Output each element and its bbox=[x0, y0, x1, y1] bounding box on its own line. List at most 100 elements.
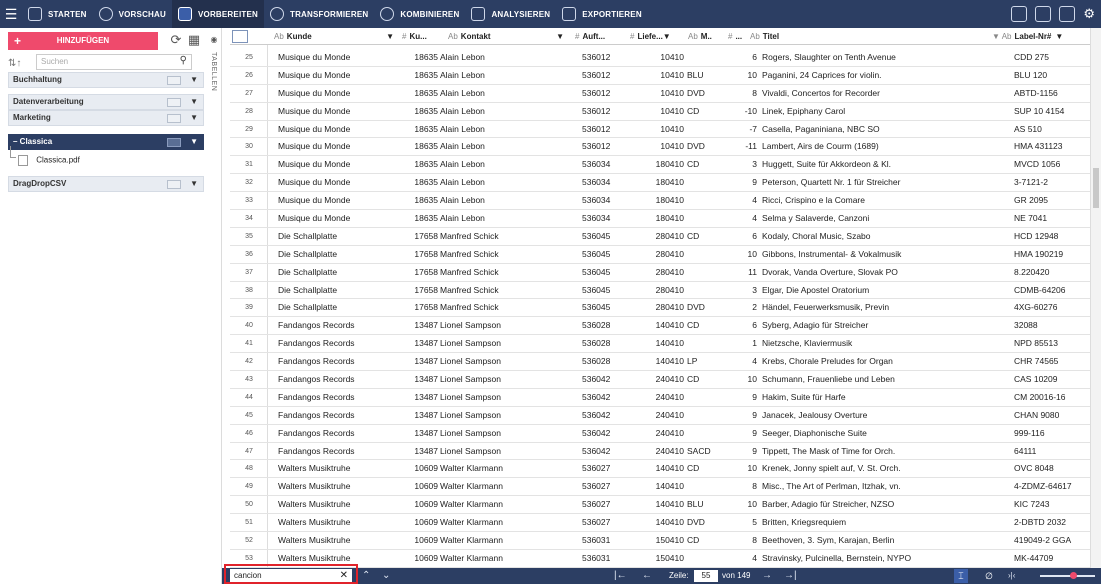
cell-titel[interactable]: Dvorak, Vanda Overture, Slovak PO bbox=[762, 264, 992, 282]
cell-titel[interactable]: Misc., The Art of Perlman, Itzhak, vn. bbox=[762, 478, 992, 496]
cell-titel[interactable]: Britten, Kriegsrequiem bbox=[762, 514, 992, 532]
row-number[interactable]: 30 bbox=[230, 138, 268, 156]
cell-menge[interactable]: 4 bbox=[727, 210, 757, 228]
cell-titel[interactable]: Ricci, Crispino e la Comare bbox=[762, 192, 992, 210]
cell-menge[interactable]: 1 bbox=[727, 335, 757, 353]
cell-kundennr[interactable]: 18635 bbox=[398, 103, 438, 121]
zoom-reset-icon[interactable]: ›|‹ bbox=[1008, 568, 1015, 584]
cell-medium[interactable] bbox=[687, 121, 727, 139]
first-row-icon[interactable]: |← bbox=[614, 568, 627, 584]
table-row[interactable]: 28 Musique du Monde 18635 Alain Lebon 536012… bbox=[230, 103, 1090, 121]
cell-auftrag[interactable]: 536045 bbox=[582, 282, 632, 300]
cell-titel[interactable]: Lambert, Airs de Courm (1689) bbox=[762, 138, 992, 156]
cell-lieferung[interactable]: 140410 bbox=[634, 478, 684, 496]
previous-row-icon[interactable]: ← bbox=[642, 568, 652, 584]
cell-lieferung[interactable]: 10410 bbox=[634, 103, 684, 121]
cell-kontakt[interactable]: Alain Lebon bbox=[440, 49, 560, 67]
cell-auftrag[interactable]: 536031 bbox=[582, 532, 632, 550]
cell-lieferung[interactable]: 150410 bbox=[634, 550, 684, 568]
row-number[interactable]: 36 bbox=[230, 246, 268, 264]
row-height-icon[interactable]: ⌶ bbox=[954, 569, 968, 583]
cell-lieferung[interactable]: 240410 bbox=[634, 371, 684, 389]
cell-menge[interactable]: 2 bbox=[727, 299, 757, 317]
cell-medium[interactable]: CD bbox=[687, 228, 727, 246]
cell-kundennr[interactable]: 10609 bbox=[398, 532, 438, 550]
cell-kontakt[interactable]: Alain Lebon bbox=[440, 103, 560, 121]
cell-auftrag[interactable]: 536045 bbox=[582, 246, 632, 264]
cell-kunde[interactable]: Walters Musiktruhe bbox=[278, 460, 398, 478]
row-number[interactable]: 34 bbox=[230, 210, 268, 228]
cell-label-nr[interactable]: SUP 10 4154 bbox=[1014, 103, 1090, 121]
row-number[interactable]: 33 bbox=[230, 192, 268, 210]
cell-medium[interactable]: CD bbox=[687, 156, 727, 174]
group-dragdropcsv[interactable]: DragDropCSV ▼ bbox=[8, 176, 204, 192]
cell-lieferung[interactable]: 10410 bbox=[634, 138, 684, 156]
cell-medium[interactable] bbox=[687, 425, 727, 443]
cell-titel[interactable]: Syberg, Adagio für Streicher bbox=[762, 317, 992, 335]
menu-item-analysieren[interactable]: ANALYSIEREN bbox=[465, 0, 556, 28]
cell-kunde[interactable]: Musique du Monde bbox=[278, 103, 398, 121]
cell-titel[interactable]: Barber, Adagio für Streicher, NZSO bbox=[762, 496, 992, 514]
cell-label-nr[interactable]: BLU 120 bbox=[1014, 67, 1090, 85]
cell-kundennr[interactable]: 17658 bbox=[398, 228, 438, 246]
cell-medium[interactable] bbox=[687, 264, 727, 282]
cell-menge[interactable]: 10 bbox=[727, 371, 757, 389]
cell-kontakt[interactable]: Alain Lebon bbox=[440, 85, 560, 103]
cell-menge[interactable]: 8 bbox=[727, 478, 757, 496]
cell-auftrag[interactable]: 536042 bbox=[582, 407, 632, 425]
cell-kundennr[interactable]: 13487 bbox=[398, 425, 438, 443]
cell-kunde[interactable]: Fandangos Records bbox=[278, 443, 398, 461]
cell-kunde[interactable]: Die Schallplatte bbox=[278, 264, 398, 282]
cell-titel[interactable]: Krebs, Chorale Preludes for Organ bbox=[762, 353, 992, 371]
cell-menge[interactable]: 3 bbox=[727, 282, 757, 300]
cell-label-nr[interactable]: ABTD-1156 bbox=[1014, 85, 1090, 103]
cell-kontakt[interactable]: Lionel Sampson bbox=[440, 371, 560, 389]
cell-kontakt[interactable]: Alain Lebon bbox=[440, 138, 560, 156]
cell-kunde[interactable]: Musique du Monde bbox=[278, 210, 398, 228]
save-icon[interactable] bbox=[1035, 6, 1052, 22]
group-marketing[interactable]: Marketing ▼ bbox=[8, 110, 204, 126]
cell-kontakt[interactable]: Lionel Sampson bbox=[440, 335, 560, 353]
header-titel[interactable]: Ab Titel bbox=[750, 28, 850, 45]
cell-kontakt[interactable]: Alain Lebon bbox=[440, 174, 560, 192]
cell-kundennr[interactable]: 13487 bbox=[398, 353, 438, 371]
cell-medium[interactable]: SACD bbox=[687, 443, 727, 461]
cell-auftrag[interactable]: 536042 bbox=[582, 371, 632, 389]
cell-lieferung[interactable]: 10410 bbox=[634, 85, 684, 103]
cell-label-nr[interactable]: MVCD 1056 bbox=[1014, 156, 1090, 174]
table-row[interactable]: 27 Musique du Monde 18635 Alain Lebon 536012… bbox=[230, 85, 1090, 103]
cell-auftrag[interactable]: 536012 bbox=[582, 103, 632, 121]
cell-medium[interactable]: BLU bbox=[687, 67, 727, 85]
row-number[interactable]: 41 bbox=[230, 335, 268, 353]
cell-lieferung[interactable]: 240410 bbox=[634, 443, 684, 461]
table-row[interactable]: 48 Walters Musiktruhe 10609 Walter Klarmann… bbox=[230, 460, 1090, 479]
cell-kunde[interactable]: Fandangos Records bbox=[278, 425, 398, 443]
cell-label-nr[interactable]: GR 2095 bbox=[1014, 192, 1090, 210]
cell-lieferung[interactable]: 280410 bbox=[634, 299, 684, 317]
cell-label-nr[interactable]: 999-116 bbox=[1014, 425, 1090, 443]
hamburger-menu-icon[interactable]: ☰ bbox=[0, 6, 22, 23]
cell-medium[interactable] bbox=[687, 550, 727, 568]
cell-auftrag[interactable]: 536045 bbox=[582, 299, 632, 317]
table-row[interactable]: 47 Fandangos Records 13487 Lionel Sampson 53… bbox=[230, 443, 1090, 461]
cell-menge[interactable]: 8 bbox=[727, 532, 757, 550]
group-datenverarbeitung[interactable]: Datenverarbeitung ▼ bbox=[8, 94, 204, 110]
cell-kunde[interactable]: Musique du Monde bbox=[278, 138, 398, 156]
group-buchhaltung[interactable]: Buchhaltung ▼ bbox=[8, 72, 204, 88]
cell-medium[interactable] bbox=[687, 49, 727, 67]
cell-menge[interactable]: 9 bbox=[727, 425, 757, 443]
cell-medium[interactable]: DVD bbox=[687, 138, 727, 156]
cell-kundennr[interactable]: 13487 bbox=[398, 335, 438, 353]
cell-kontakt[interactable]: Walter Klarmann bbox=[440, 496, 560, 514]
cell-auftrag[interactable]: 536028 bbox=[582, 317, 632, 335]
table-row[interactable]: 49 Walters Musiktruhe 10609 Walter Klarmann… bbox=[230, 478, 1090, 497]
cell-kunde[interactable]: Walters Musiktruhe bbox=[278, 532, 398, 550]
row-number[interactable]: 48 bbox=[230, 460, 268, 478]
cell-kundennr[interactable]: 18635 bbox=[398, 210, 438, 228]
cell-medium[interactable] bbox=[687, 192, 727, 210]
cell-kontakt[interactable]: Manfred Schick bbox=[440, 264, 560, 282]
cell-kundennr[interactable]: 18635 bbox=[398, 121, 438, 139]
cell-menge[interactable]: 4 bbox=[727, 192, 757, 210]
row-number[interactable]: 32 bbox=[230, 174, 268, 192]
menu-item-exportieren[interactable]: EXPORTIEREN bbox=[556, 0, 648, 28]
